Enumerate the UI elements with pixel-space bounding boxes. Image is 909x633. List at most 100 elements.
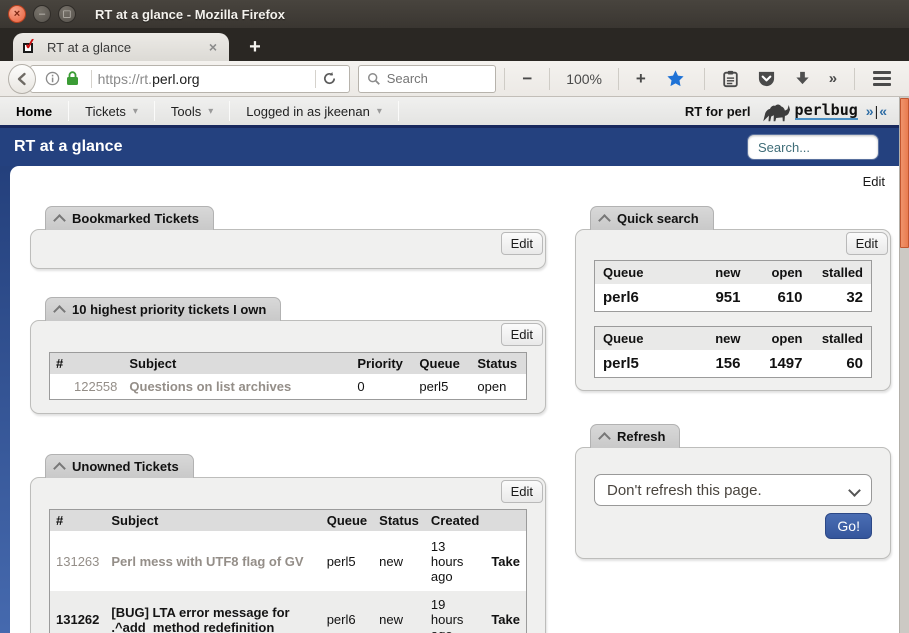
nav-tools[interactable]: Tools▾	[155, 101, 230, 121]
portlet-bookmarked-tickets: Bookmarked Tickets Edit	[30, 206, 546, 269]
tab-strip: ✓ RT at a glance × +	[0, 28, 909, 61]
my-tickets-edit-button[interactable]: Edit	[501, 323, 543, 346]
take-link[interactable]: Take	[491, 612, 520, 627]
lock-icon[interactable]	[66, 71, 79, 86]
col-queue: Queue	[595, 261, 687, 285]
reading-list-icon[interactable]	[713, 70, 748, 88]
bookmark-star-icon[interactable]	[655, 69, 696, 88]
portlet-bookmarked-header[interactable]: Bookmarked Tickets	[45, 206, 214, 230]
chevron-up-icon	[55, 305, 64, 314]
portlet-unowned-header[interactable]: Unowned Tickets	[45, 454, 194, 478]
col-queue: Queue	[413, 353, 471, 375]
count-new: 951	[687, 284, 749, 312]
ticket-subject-link[interactable]: Questions on list archives	[129, 379, 291, 394]
page-title: RT at a glance	[14, 138, 122, 156]
menu-icon[interactable]	[863, 71, 901, 86]
queue-link[interactable]: perl5	[603, 355, 639, 372]
col-subject: Subject	[123, 353, 351, 375]
zoom-in-button[interactable]: +	[627, 69, 655, 89]
portlet-unowned-tickets: Unowned Tickets Edit # Subject Queue	[30, 454, 546, 633]
back-button[interactable]	[8, 64, 36, 94]
scrollbar[interactable]	[899, 97, 909, 633]
toolbar-divider	[504, 68, 505, 90]
col-open: open	[749, 327, 811, 351]
take-link[interactable]: Take	[491, 554, 520, 569]
ticket-priority: 0	[351, 374, 413, 400]
ticket-id-link[interactable]: 122558	[74, 379, 117, 394]
perlbug-logo-text: perlbug	[795, 102, 858, 121]
ticket-created: 13 hours ago	[425, 531, 485, 591]
rt-menu-bar: Home Tickets▾ Tools▾ Logged in as jkeena…	[0, 97, 899, 128]
browser-search-box[interactable]	[358, 65, 497, 93]
portlet-title: Unowned Tickets	[72, 459, 179, 474]
window-minimize-icon[interactable]: –	[33, 5, 51, 23]
tab-title: RT at a glance	[47, 40, 207, 55]
scrollbar-thumb[interactable]	[900, 98, 909, 248]
search-icon	[367, 72, 381, 86]
zoom-level[interactable]: 100%	[558, 71, 610, 87]
ticket-id-link[interactable]: 131263	[56, 554, 99, 569]
browser-tab[interactable]: ✓ RT at a glance ×	[13, 33, 229, 61]
perlbug-logo[interactable]: perlbug	[759, 99, 858, 123]
page-edit-link[interactable]: Edit	[863, 174, 885, 189]
tab-close-icon[interactable]: ×	[207, 39, 219, 55]
nav-home[interactable]: Home	[0, 101, 69, 121]
site-info-icon[interactable]	[45, 71, 60, 86]
queue-link[interactable]: perl6	[603, 289, 639, 306]
unowned-tickets-table: # Subject Queue Status Created	[49, 509, 527, 633]
quick-search-edit-button[interactable]: Edit	[846, 232, 888, 255]
ticket-status: new	[373, 591, 425, 633]
url-divider	[91, 70, 92, 88]
rt-for-perl-label: RT for perl	[685, 104, 751, 119]
ticket-subject-link[interactable]: [BUG] LTA error message for .^add_method…	[111, 605, 289, 633]
url-text[interactable]: https://rt.perl.org	[98, 71, 309, 87]
nav-logged-in[interactable]: Logged in as jkeenan▾	[230, 101, 399, 121]
pocket-icon[interactable]	[748, 70, 785, 88]
content-panel: Edit Bookmarked Tickets E	[10, 166, 899, 633]
nav-tickets[interactable]: Tickets▾	[69, 101, 155, 121]
collapse-icon: «	[879, 103, 887, 119]
chevron-up-icon	[55, 214, 64, 223]
col-stalled: stalled	[811, 327, 872, 351]
refresh-select[interactable]: Don't refresh this page.	[594, 474, 872, 506]
quick-search-table-perl6: Queue new open stalled perl6 951	[594, 260, 872, 312]
rt-search-input[interactable]	[747, 134, 879, 160]
portlet-title: Refresh	[617, 429, 665, 444]
window-titlebar: × – ◻ RT at a glance - Mozilla Firefox	[0, 0, 909, 28]
bookmarked-edit-button[interactable]: Edit	[501, 232, 543, 255]
toolbar-divider	[704, 68, 705, 90]
zoom-out-button[interactable]: −	[513, 69, 541, 89]
col-new: new	[687, 327, 749, 351]
new-tab-button[interactable]: +	[238, 35, 272, 61]
window-title: RT at a glance - Mozilla Firefox	[95, 7, 285, 22]
window-maximize-icon[interactable]: ◻	[58, 5, 76, 23]
ticket-queue: perl6	[321, 591, 373, 633]
search-input[interactable]	[387, 71, 488, 86]
panel-collapse-control[interactable]: »|«	[866, 103, 887, 119]
col-stalled: stalled	[811, 261, 872, 285]
col-priority: Priority	[351, 353, 413, 375]
page-header: RT at a glance	[0, 128, 899, 166]
chevron-up-icon	[55, 462, 64, 471]
overflow-menu-icon[interactable]: »	[820, 70, 846, 87]
chevron-up-icon	[600, 214, 609, 223]
right-column: Quick search Edit Queue new	[575, 206, 891, 633]
download-icon[interactable]	[785, 70, 820, 87]
reload-icon[interactable]	[322, 71, 337, 86]
portlet-quick-search: Quick search Edit Queue new	[575, 206, 891, 391]
portlet-my-tickets-header[interactable]: 10 highest priority tickets I own	[45, 297, 281, 321]
col-new: new	[687, 261, 749, 285]
table-row: perl6 951 610 32	[595, 284, 872, 312]
portlet-title: Quick search	[617, 211, 699, 226]
go-button[interactable]: Go!	[825, 513, 872, 539]
window-close-icon[interactable]: ×	[8, 5, 26, 23]
portlet-refresh-header[interactable]: Refresh	[590, 424, 680, 448]
ticket-subject-link[interactable]: Perl mess with UTF8 flag of GV	[111, 554, 303, 569]
ticket-queue: perl5	[413, 374, 471, 400]
unowned-edit-button[interactable]: Edit	[501, 480, 543, 503]
ticket-id-link[interactable]: 131262	[56, 612, 99, 627]
url-bar[interactable]: https://rt.perl.org	[30, 65, 350, 93]
portlet-quick-search-header[interactable]: Quick search	[590, 206, 714, 230]
back-arrow-icon	[14, 71, 30, 87]
refresh-select-value: Don't refresh this page.	[607, 482, 762, 499]
